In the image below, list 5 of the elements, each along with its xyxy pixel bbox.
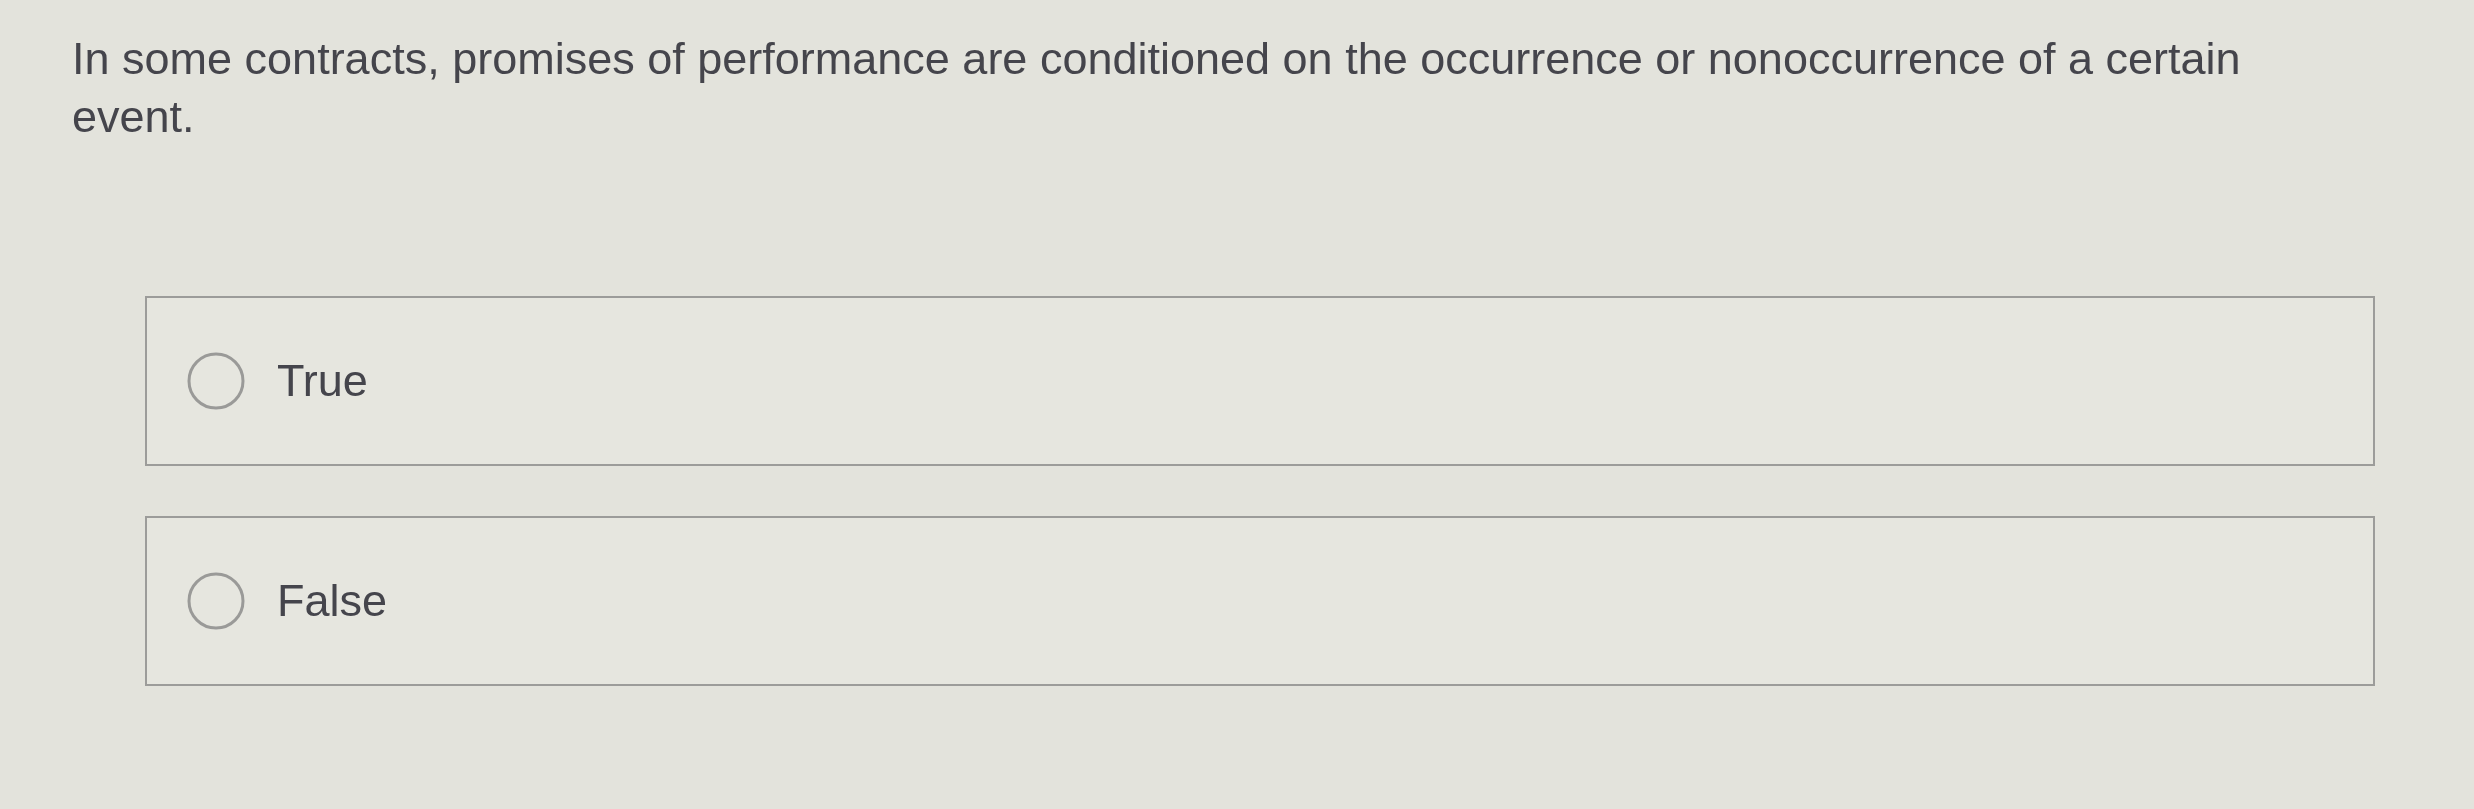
question-text: In some contracts, promises of performance are conditioned on the occurrence or nonoccurrence of a certain event. [72,32,2242,144]
radio-button-icon[interactable] [187,572,245,630]
answer-option[interactable]: True [145,296,2375,466]
answer-option[interactable]: False [145,516,2375,686]
radio-button-icon[interactable] [187,352,245,410]
